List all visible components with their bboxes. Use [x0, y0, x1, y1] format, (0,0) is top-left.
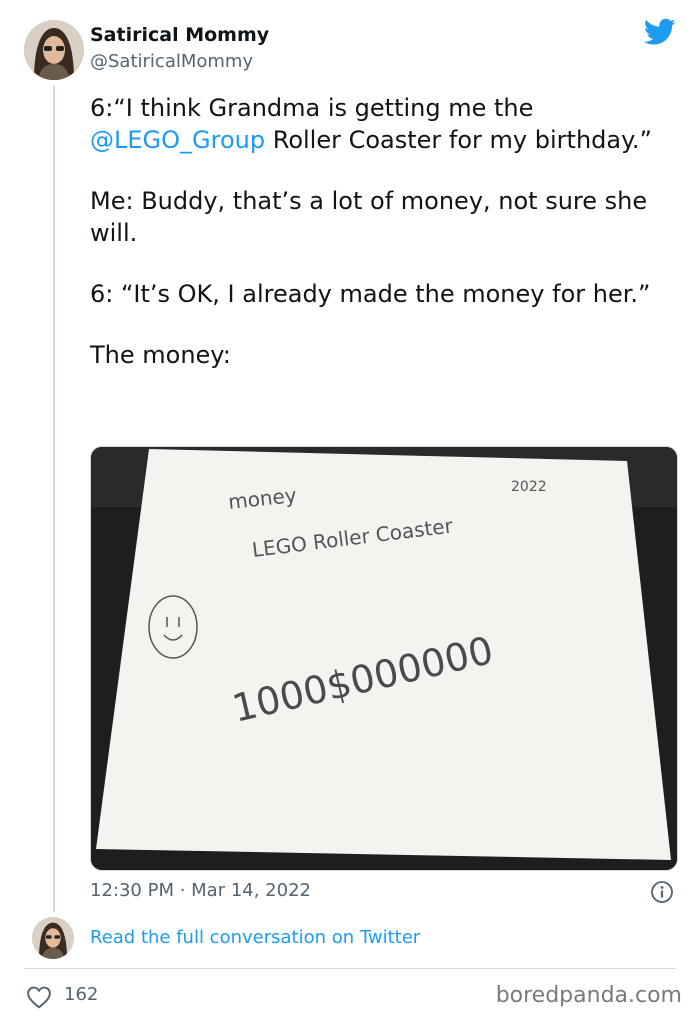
- reply-avatar[interactable]: [32, 917, 74, 959]
- author-handle[interactable]: @SatiricalMommy: [90, 51, 253, 72]
- lego-group-mention-link[interactable]: @LEGO_Group: [90, 126, 265, 154]
- tweet-paragraph-1: 6:“I think Grandma is getting me the @LE…: [90, 92, 660, 156]
- thread-line: [53, 86, 55, 912]
- tweet-p1-prefix: 6:“I think Grandma is getting me the: [90, 94, 534, 122]
- info-icon[interactable]: [650, 880, 674, 908]
- heart-icon[interactable]: [26, 985, 52, 1013]
- twitter-bird-icon[interactable]: [643, 18, 676, 50]
- tweet-text: 6:“I think Grandma is getting me the @LE…: [90, 92, 660, 400]
- watermark: boredpanda.com: [495, 983, 682, 1008]
- like-count: 162: [64, 984, 99, 1005]
- tweet-paragraph-2: Me: Buddy, that’s a lot of money, not su…: [90, 187, 648, 247]
- read-conversation-link[interactable]: Read the full conversation on Twitter: [90, 927, 420, 948]
- tweet-photo[interactable]: money 2022 LEGO Roller Coaster 1000$0000…: [90, 446, 678, 871]
- tweet-timestamp[interactable]: 12:30 PM · Mar 14, 2022: [90, 880, 311, 901]
- author-name[interactable]: Satirical Mommy: [90, 24, 269, 46]
- handwritten-year: 2022: [511, 479, 547, 495]
- tweet-paragraph-4: The money:: [90, 341, 231, 369]
- tweet-paragraph-3: 6: “It’s OK, I already made the money fo…: [90, 280, 651, 308]
- tweet-p1-suffix: Roller Coaster for my birthday.”: [265, 126, 652, 154]
- author-avatar[interactable]: [24, 20, 84, 80]
- divider: [24, 968, 676, 969]
